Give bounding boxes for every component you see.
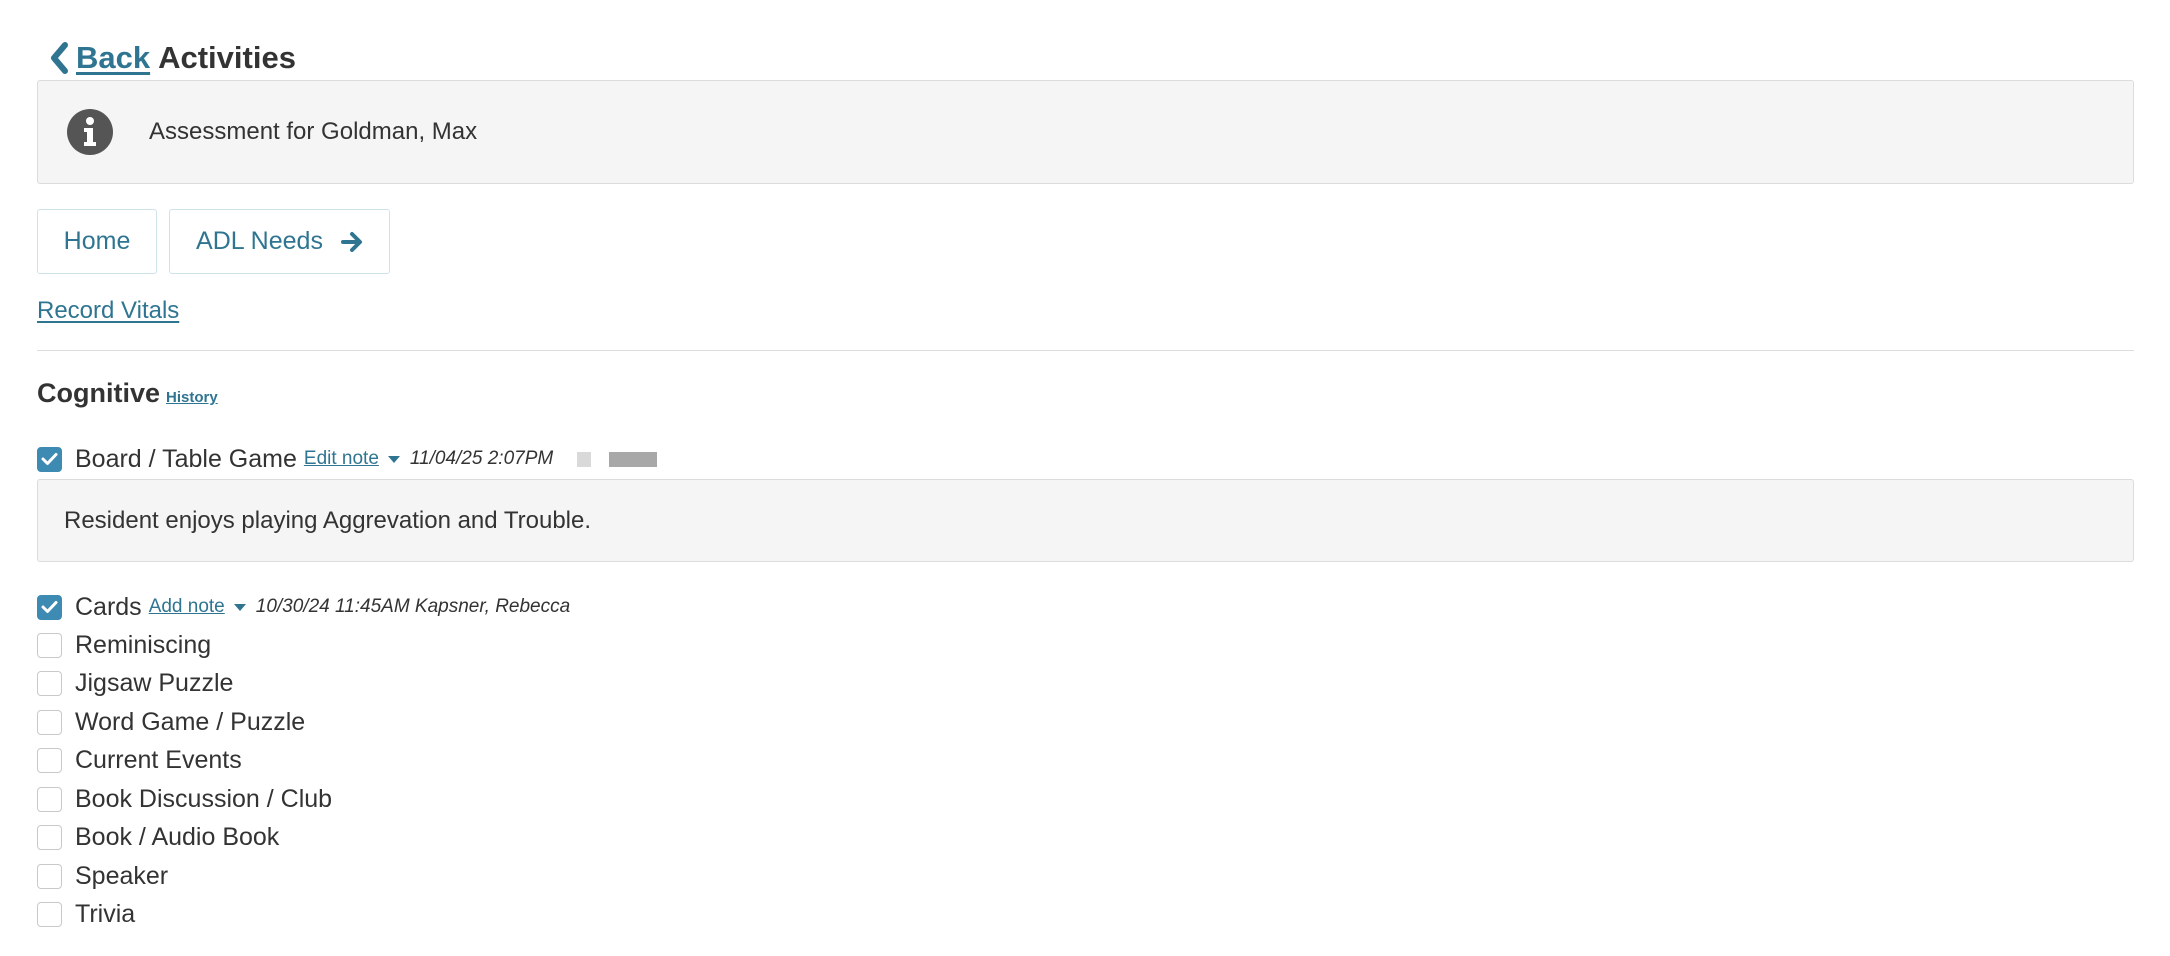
checkbox-word-game-puzzle[interactable] <box>37 709 62 735</box>
checkbox-book-audio-book[interactable] <box>37 824 62 850</box>
activity-label: Book / Audio Book <box>75 822 280 851</box>
activity-timestamp: 10/30/24 11:45AM Kapsner, Rebecca <box>255 596 571 617</box>
activity-timestamp: 11/04/25 2:07PM <box>409 448 554 469</box>
activity-item-word-game-puzzle: Word Game / Puzzle <box>37 706 305 738</box>
checkbox-trivia[interactable] <box>37 901 62 927</box>
checkbox-current-events[interactable] <box>37 747 62 773</box>
info-banner: Assessment for Goldman, Max <box>37 80 2134 184</box>
checkbox-book-discussion-club[interactable] <box>37 786 62 812</box>
activity-item-speaker: Speaker <box>37 860 168 892</box>
redacted-name-block <box>577 451 592 467</box>
home-button[interactable]: Home <box>37 209 157 274</box>
activity-label: Cards <box>75 592 142 621</box>
redacted-name-block <box>609 451 658 467</box>
activity-label: Speaker <box>75 861 169 890</box>
chevron-left-icon[interactable] <box>46 40 72 76</box>
arrow-right-icon <box>340 231 363 253</box>
activity-item-board-table-game: Board / Table Game Edit note 11/04/25 2:… <box>37 443 658 475</box>
activity-item-trivia: Trivia <box>37 898 135 930</box>
adl-needs-button-label: ADL Needs <box>196 227 323 255</box>
checkbox-reminiscing[interactable] <box>37 632 62 658</box>
info-circle-icon <box>67 109 113 155</box>
back-link[interactable]: Back <box>76 40 150 76</box>
activity-label: Book Discussion / Club <box>75 784 333 813</box>
checkbox-speaker[interactable] <box>37 863 62 889</box>
activity-note-box: Resident enjoys playing Aggrevation and … <box>37 479 2134 562</box>
assessment-text: Assessment for Goldman, Max <box>149 118 478 145</box>
activity-item-jigsaw-puzzle: Jigsaw Puzzle <box>37 667 233 699</box>
activity-item-book-discussion-club: Book Discussion / Club <box>37 783 332 815</box>
divider <box>37 350 2134 351</box>
history-link[interactable]: History <box>166 389 218 406</box>
activity-label: Board / Table Game <box>75 444 297 473</box>
checkbox-jigsaw-puzzle[interactable] <box>37 670 62 696</box>
activity-note-text: Resident enjoys playing Aggrevation and … <box>64 506 592 534</box>
checkbox-board-table-game[interactable] <box>37 446 62 472</box>
record-vitals-link[interactable]: Record Vitals <box>37 297 179 325</box>
activity-label: Trivia <box>75 899 136 928</box>
page-title: Activities <box>158 40 296 75</box>
checkbox-cards[interactable] <box>37 594 62 620</box>
note-dropdown-caret-icon[interactable] <box>387 455 400 463</box>
activity-item-cards: Cards Add note 10/30/24 11:45AM Kapsner,… <box>37 591 570 623</box>
activity-item-reminiscing: Reminiscing <box>37 629 211 661</box>
note-dropdown-caret-icon[interactable] <box>233 603 246 611</box>
activity-item-book-audio-book: Book / Audio Book <box>37 821 279 853</box>
edit-note-link[interactable]: Edit note <box>304 448 379 470</box>
section-header: Cognitive History <box>37 378 218 409</box>
home-button-label: Home <box>63 227 131 255</box>
adl-needs-button[interactable]: ADL Needs <box>169 209 390 274</box>
activity-label: Jigsaw Puzzle <box>75 668 234 697</box>
activity-item-current-events: Current Events <box>37 744 242 776</box>
page-header: Back Activities <box>46 36 296 80</box>
section-title: Cognitive <box>37 378 161 408</box>
activity-label: Word Game / Puzzle <box>75 707 306 736</box>
activity-label: Current Events <box>75 745 242 774</box>
activity-label: Reminiscing <box>75 630 212 659</box>
add-note-link[interactable]: Add note <box>149 596 225 618</box>
